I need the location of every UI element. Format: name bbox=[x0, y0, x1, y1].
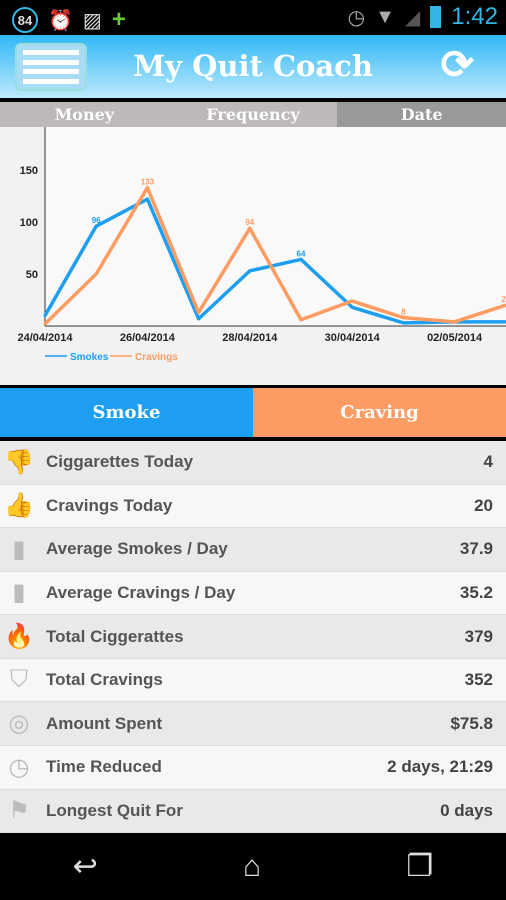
data-point bbox=[453, 320, 457, 324]
stat-value: 4 bbox=[483, 452, 493, 472]
tab-frequency[interactable]: Frequency bbox=[168, 102, 338, 127]
flame-icon: 🔥 bbox=[4, 623, 34, 651]
data-point bbox=[43, 322, 47, 326]
tab-money[interactable]: Money bbox=[0, 102, 169, 127]
data-point bbox=[197, 317, 201, 321]
plot-area bbox=[45, 127, 506, 326]
x-tick-label: 26/04/2014 bbox=[120, 332, 176, 344]
data-point bbox=[145, 197, 149, 201]
chart-svg: 150 100 50 24/04/2014 26/04/2014 28/04/2014 30… bbox=[17, 127, 506, 363]
stat-row: ◎ Amount Spent $75.8 bbox=[0, 702, 506, 746]
y-tick-label: 50 bbox=[26, 269, 38, 281]
stat-label: Average Smokes / Day bbox=[46, 539, 228, 559]
stat-label: Longest Quit For bbox=[46, 800, 183, 820]
smoke-button[interactable]: Smoke bbox=[0, 388, 253, 437]
home-icon[interactable]: ⌂ bbox=[243, 850, 261, 884]
notification-badge: 84 bbox=[12, 7, 38, 33]
tab-date[interactable]: Date bbox=[337, 102, 506, 127]
data-label: 8 bbox=[401, 308, 406, 317]
legend-label: Smokes bbox=[70, 352, 109, 363]
data-label: 94 bbox=[245, 218, 254, 227]
legend-label: Cravings bbox=[135, 352, 178, 363]
stat-label: Total Ciggerattes bbox=[46, 626, 184, 646]
stat-value: 35.2 bbox=[459, 582, 493, 602]
stat-label: Total Cravings bbox=[46, 670, 163, 690]
data-label: 96 bbox=[92, 216, 101, 225]
y-tick-label: 150 bbox=[20, 165, 38, 177]
alarm-icon: ⏰ bbox=[48, 9, 73, 32]
x-tick-label: 02/05/2014 bbox=[427, 332, 483, 344]
data-point bbox=[43, 314, 47, 318]
clock-icon: ◷ bbox=[8, 753, 30, 781]
shield-star-icon: ⛉ bbox=[10, 666, 28, 694]
clock: 1:42 bbox=[451, 3, 498, 30]
stat-value: 0 days bbox=[440, 800, 493, 820]
page-title: My Quit Coach bbox=[133, 49, 373, 83]
bar-chart-icon: ▮ bbox=[12, 579, 26, 607]
wifi-icon: ▼ bbox=[375, 5, 395, 28]
line-chart: 150 100 50 24/04/2014 26/04/2014 28/04/2014 30… bbox=[0, 127, 506, 385]
recent-apps-icon[interactable]: ❐ bbox=[406, 849, 433, 884]
y-tick-label: 100 bbox=[20, 217, 38, 229]
tab-bar: Money Frequency Date bbox=[0, 102, 506, 127]
stat-row: ◷ Time Reduced 2 days, 21:29 bbox=[0, 745, 506, 790]
bar-chart-icon: ▮ bbox=[12, 535, 26, 563]
stat-row: 👎 Ciggarettes Today 4 bbox=[0, 441, 506, 485]
app-header: My Quit Coach ⟳ bbox=[0, 35, 506, 98]
thumbs-up-icon: 👍 bbox=[4, 492, 34, 520]
status-bar: 84 ⏰ ▨ + ◷ ▼ ◢ 1:42 bbox=[0, 0, 506, 35]
stat-value: 2 days, 21:29 bbox=[387, 757, 493, 777]
data-label: 20 bbox=[501, 295, 506, 304]
image-icon: ▨ bbox=[82, 9, 102, 32]
data-point bbox=[248, 269, 252, 273]
x-tick-label: 30/04/2014 bbox=[325, 332, 381, 344]
x-tick-label: 24/04/2014 bbox=[17, 332, 73, 344]
stat-row: 👍 Cravings Today 20 bbox=[0, 484, 506, 529]
navigation-bar: ↩ ⌂ ❐ bbox=[0, 833, 506, 900]
stat-label: Average Cravings / Day bbox=[46, 582, 236, 602]
stat-row: ⚑ Longest Quit For 0 days bbox=[0, 789, 506, 834]
coins-icon: ◎ bbox=[8, 710, 30, 738]
data-label: 64 bbox=[297, 249, 306, 258]
stat-label: Time Reduced bbox=[46, 757, 162, 777]
plus-icon: + bbox=[111, 6, 126, 33]
stat-value: 352 bbox=[464, 670, 493, 690]
alarm-clock-icon: ◷ bbox=[347, 6, 366, 29]
stat-row: 🔥 Total Ciggerattes 379 bbox=[0, 615, 506, 659]
signal-icon: ◢ bbox=[404, 6, 421, 29]
flag-icon: ⚑ bbox=[8, 797, 30, 825]
stat-value: $75.8 bbox=[450, 713, 493, 733]
data-point bbox=[401, 321, 405, 325]
data-label: 133 bbox=[141, 178, 155, 187]
thumbs-down-icon: 👎 bbox=[4, 448, 34, 476]
data-point bbox=[350, 305, 354, 309]
stat-value: 379 bbox=[464, 626, 493, 646]
stat-row: ▮ Average Cravings / Day 35.2 bbox=[0, 571, 506, 616]
x-tick-label: 28/04/2014 bbox=[222, 332, 278, 344]
data-point bbox=[94, 272, 98, 276]
refresh-icon[interactable]: ⟳ bbox=[440, 45, 474, 85]
back-icon[interactable]: ↩ bbox=[73, 849, 98, 884]
stat-row: ⛉ Total Cravings 352 bbox=[0, 658, 506, 703]
stat-label: Amount Spent bbox=[46, 713, 163, 733]
stat-value: 20 bbox=[474, 495, 493, 515]
stat-value: 37.9 bbox=[459, 539, 493, 559]
stat-row: ▮ Average Smokes / Day 37.9 bbox=[0, 528, 506, 572]
data-point bbox=[299, 318, 303, 322]
craving-button[interactable]: Craving bbox=[253, 388, 506, 437]
stats-list: 👎 Ciggarettes Today 4 👍 Cravings Today 20 ▮ Ave… bbox=[0, 441, 506, 834]
data-point bbox=[197, 310, 201, 314]
battery-icon bbox=[430, 6, 442, 28]
stat-label: Ciggarettes Today bbox=[46, 452, 194, 472]
stat-label: Cravings Today bbox=[46, 495, 173, 515]
data-point bbox=[350, 299, 354, 303]
